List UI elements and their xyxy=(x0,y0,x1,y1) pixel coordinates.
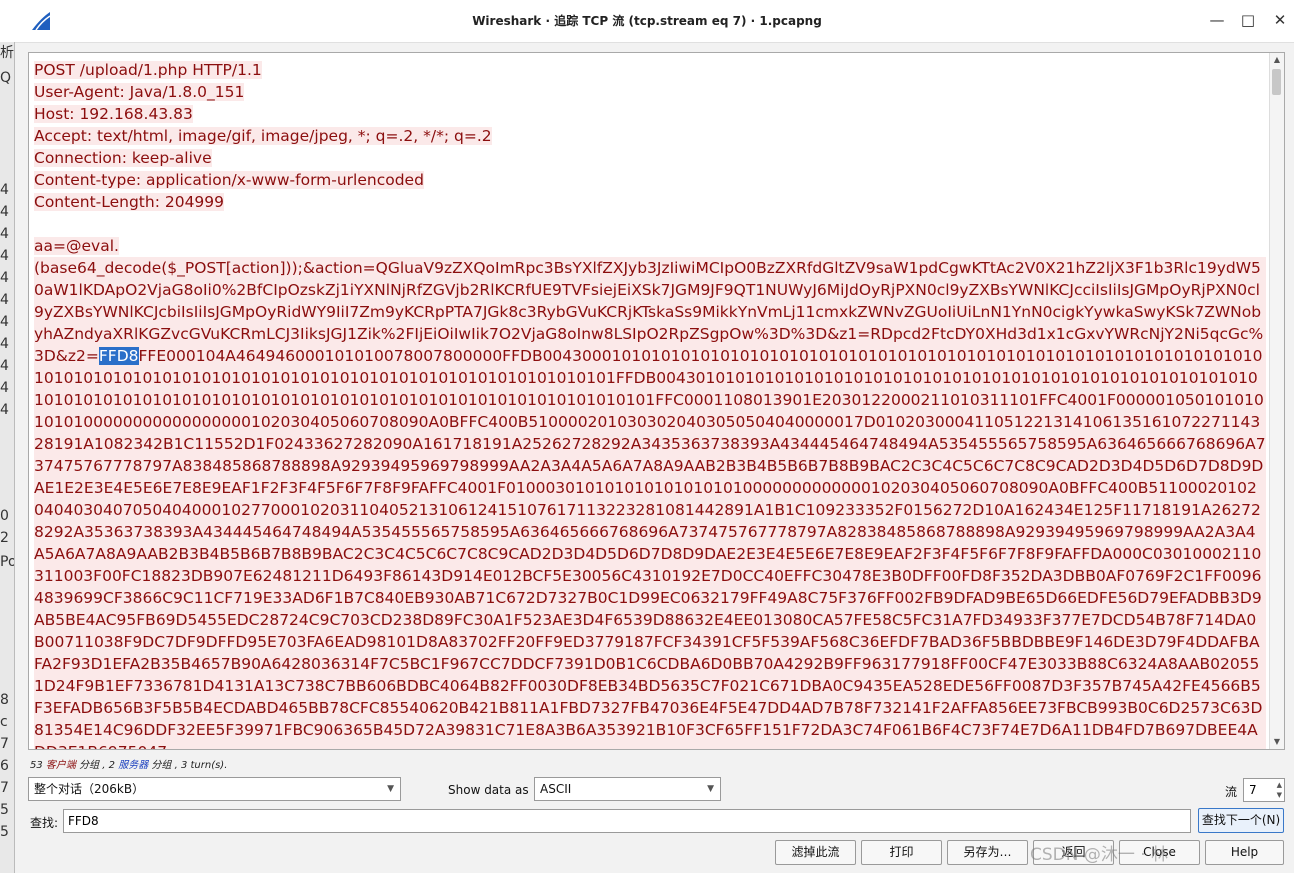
http-header-content-type: Content-type: application/x-www-form-url… xyxy=(34,171,424,189)
close-button[interactable]: Close xyxy=(1119,840,1200,865)
show-data-as-select[interactable]: ASCII ▼ xyxy=(534,777,721,801)
http-header-content-length: Content-Length: 204999 xyxy=(34,193,225,211)
print-button[interactable]: 打印 xyxy=(861,840,942,865)
strip-text: 析 xyxy=(0,45,14,61)
stream-number-spinbox[interactable]: 7 ▲ ▼ xyxy=(1243,778,1285,802)
strip-text: 5 xyxy=(0,802,9,818)
strip-text: 0 xyxy=(0,508,9,524)
stream-number-value: 7 xyxy=(1249,783,1257,797)
help-button[interactable]: Help xyxy=(1205,840,1284,865)
strip-text: 2 xyxy=(0,530,9,546)
client-label: 客户端 xyxy=(45,760,76,771)
strip-text: 4 xyxy=(0,270,9,286)
post-body-first-line: aa=@eval. xyxy=(34,237,119,255)
title-bar: Wireshark · 追踪 TCP 流 (tcp.stream eq 7) ·… xyxy=(0,0,1294,43)
vertical-scrollbar[interactable]: ▲ ▼ xyxy=(1269,53,1284,749)
chevron-down-icon: ▼ xyxy=(707,784,714,794)
find-next-button[interactable]: 查找下一个(N) xyxy=(1198,808,1284,833)
chevron-down-icon: ▼ xyxy=(387,784,394,794)
strip-text: 5 xyxy=(0,824,9,840)
strip-text: Q xyxy=(0,70,12,86)
strip-text: 8 xyxy=(0,692,9,708)
find-label: 查找: xyxy=(30,816,59,830)
minimize-button[interactable]: — xyxy=(1207,10,1227,30)
http-header-connection: Connection: keep-alive xyxy=(34,149,212,167)
show-data-label: Show data as xyxy=(448,783,529,797)
http-header-host: Host: 192.168.43.83 xyxy=(34,105,193,123)
server-packet-count: 2 xyxy=(108,760,116,771)
http-header-user-agent: User-Agent: Java/1.8.0_151 xyxy=(34,83,245,101)
search-match-highlight: FFD8 xyxy=(98,347,139,365)
strip-text: 6 xyxy=(0,758,9,774)
stream-content: POST /upload/1.php HTTP/1.1 User-Agent: … xyxy=(34,59,1266,749)
background-window-strip: 析 Q 4 4 4 4 4 4 4 4 4 4 4 0 2 Po 8 c 7 6… xyxy=(0,42,15,873)
post-body: (base64_decode($_POST[action]));&action=… xyxy=(34,257,1266,749)
strip-text: 4 xyxy=(0,402,9,418)
strip-text: 4 xyxy=(0,292,9,308)
strip-text: 4 xyxy=(0,182,9,198)
filter-out-stream-button[interactable]: 滤掉此流 xyxy=(775,840,856,865)
http-header-accept: Accept: text/html, image/gif, image/jpeg… xyxy=(34,127,492,145)
scroll-down-arrow-icon[interactable]: ▼ xyxy=(1270,735,1284,749)
show-data-as-value: ASCII xyxy=(540,782,572,796)
stream-text-view[interactable]: POST /upload/1.php HTTP/1.1 User-Agent: … xyxy=(28,52,1285,750)
strip-text: 4 xyxy=(0,336,9,352)
maximize-button[interactable]: □ xyxy=(1238,10,1258,30)
back-button[interactable]: 返回 xyxy=(1033,840,1114,865)
summary-tail-text: 分组 , 3 turn(s). xyxy=(151,760,228,771)
client-packet-count: 53 xyxy=(30,760,43,771)
strip-text: 4 xyxy=(0,314,9,330)
strip-text: 4 xyxy=(0,358,9,374)
window-title: Wireshark · 追踪 TCP 流 (tcp.stream eq 7) ·… xyxy=(472,14,822,28)
scrollbar-thumb[interactable] xyxy=(1272,69,1281,95)
scroll-up-arrow-icon[interactable]: ▲ xyxy=(1270,53,1284,67)
strip-text: 7 xyxy=(0,780,9,796)
save-as-button[interactable]: 另存为… xyxy=(947,840,1028,865)
strip-text: 4 xyxy=(0,248,9,264)
strip-text: 4 xyxy=(0,204,9,220)
strip-text: Po xyxy=(0,554,15,570)
spin-arrows-icon[interactable]: ▲ ▼ xyxy=(1277,780,1282,800)
strip-text: 7 xyxy=(0,736,9,752)
packet-summary: 53 客户端 分组 , 2 服务器 分组 , 3 turn(s). xyxy=(30,756,227,771)
header-body-separator xyxy=(34,213,1266,235)
strip-text: 4 xyxy=(0,226,9,242)
find-input[interactable]: FFD8 xyxy=(63,809,1191,833)
close-window-button[interactable]: ✕ xyxy=(1270,10,1290,30)
post-body-after-match: FFE000104A464946000101010078007800000FFD… xyxy=(34,347,1266,749)
http-request-line: POST /upload/1.php HTTP/1.1 xyxy=(34,61,262,79)
strip-text: 4 xyxy=(0,380,9,396)
conversation-select[interactable]: 整个对话（206kB） ▼ xyxy=(28,777,401,801)
stream-number-label: 流 xyxy=(1225,785,1238,799)
server-label: 服务器 xyxy=(118,760,149,771)
strip-text: c xyxy=(0,714,8,730)
conversation-select-value: 整个对话（206kB） xyxy=(34,782,145,796)
summary-mid-text: 分组 , xyxy=(79,760,106,771)
